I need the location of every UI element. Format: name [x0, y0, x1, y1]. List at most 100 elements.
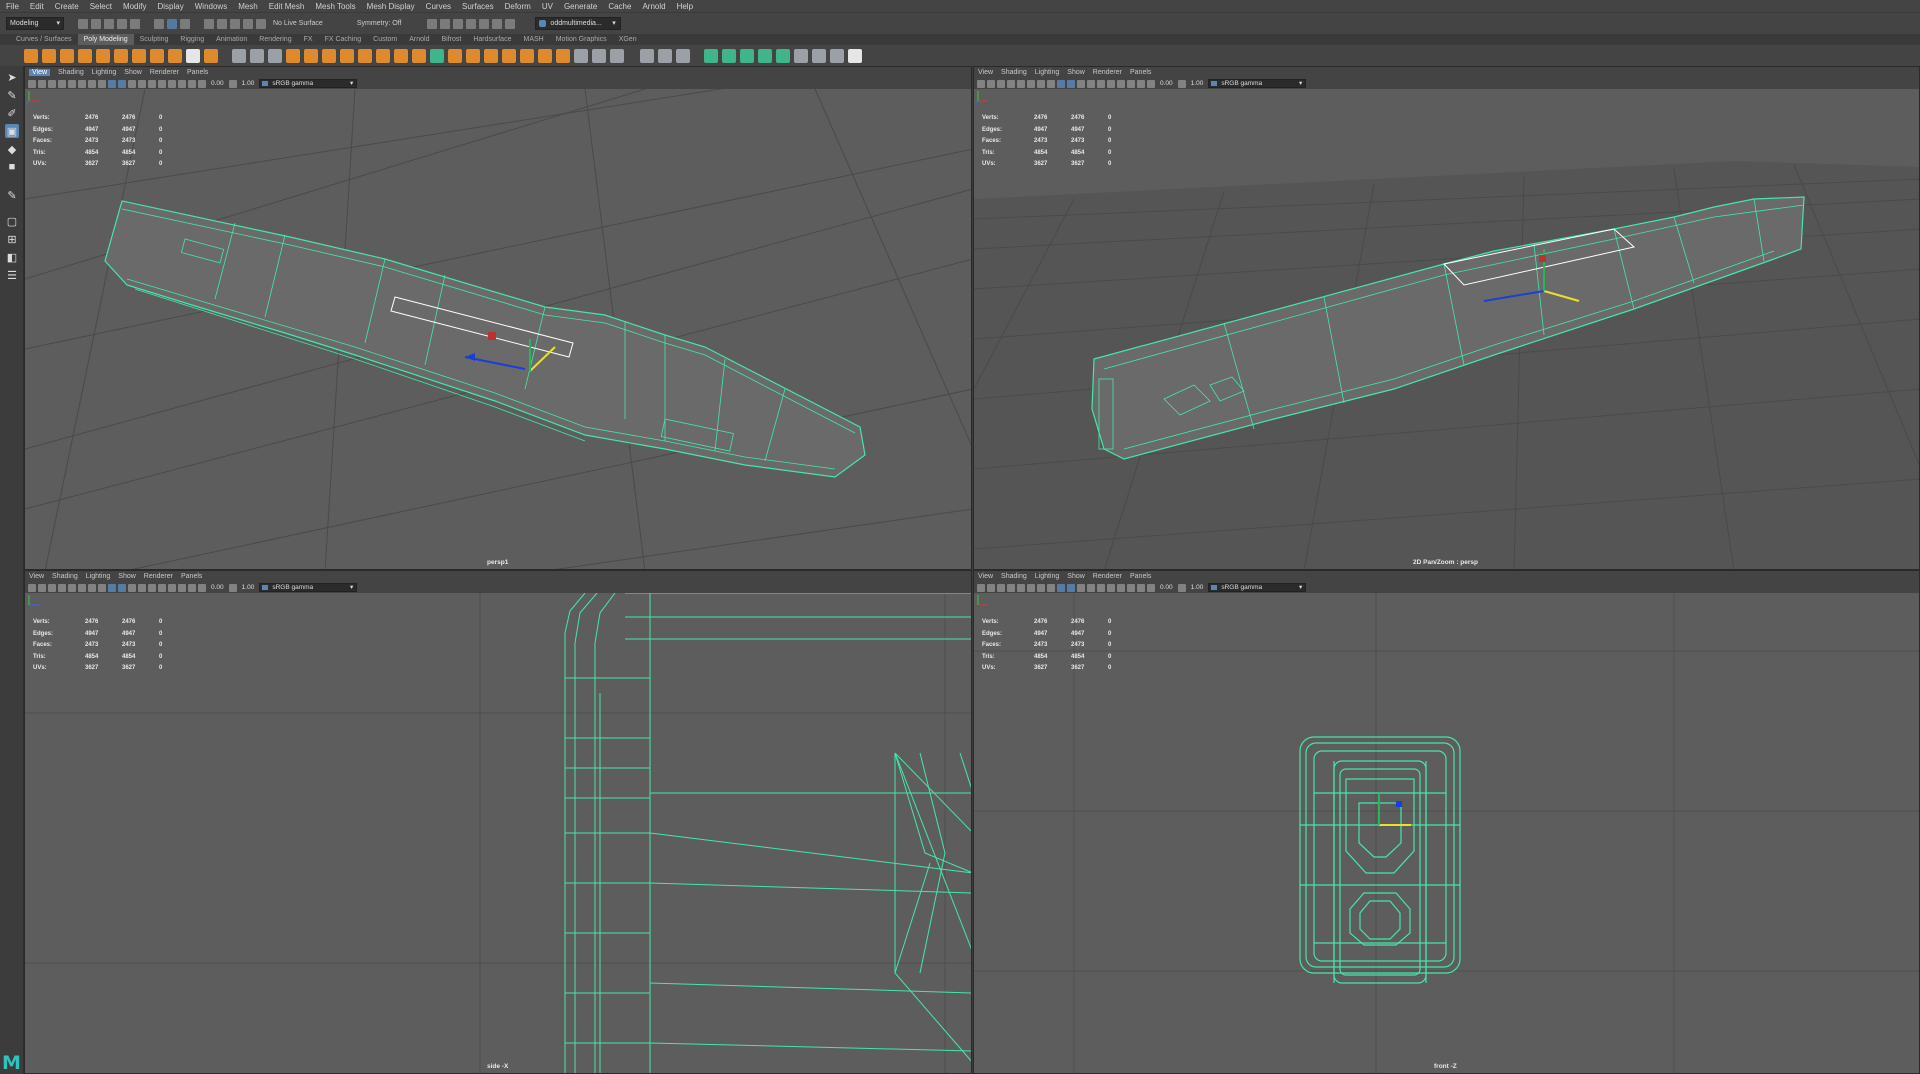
paint-select-icon[interactable]: ✐	[5, 106, 19, 120]
menu-windows[interactable]: Windows	[195, 2, 227, 11]
panel-menu-view[interactable]: View	[29, 69, 51, 76]
panel-menu-show[interactable]: Show	[124, 69, 142, 76]
viewport-persp1[interactable]: View Shading Lighting Show Renderer Pane…	[24, 66, 972, 570]
grid-icon[interactable]	[1017, 79, 1025, 88]
undo-icon[interactable]	[117, 18, 127, 29]
shadows-icon[interactable]	[1097, 583, 1105, 592]
isolate-select-icon[interactable]	[1117, 583, 1125, 592]
poly-disc-icon[interactable]	[132, 48, 146, 63]
panel-menu-view[interactable]: View	[978, 573, 993, 580]
remesh-icon[interactable]	[322, 48, 336, 63]
render-frame-icon[interactable]	[440, 18, 451, 29]
shadows-icon[interactable]	[148, 79, 156, 88]
smooth-shade-icon[interactable]	[118, 79, 126, 88]
smooth-shade-icon[interactable]	[1067, 583, 1075, 592]
hardsurface-1-icon[interactable]	[704, 48, 718, 63]
panel-menu-show[interactable]: Show	[1067, 573, 1085, 580]
hypershade-icon[interactable]	[479, 18, 490, 29]
xray-icon[interactable]	[1127, 79, 1135, 88]
live-surface-label[interactable]: No Live Surface	[269, 20, 327, 27]
panel-menu-renderer[interactable]: Renderer	[1093, 573, 1122, 580]
select-camera-icon[interactable]	[977, 79, 985, 88]
select-object-icon[interactable]	[167, 18, 177, 29]
select-hierarchy-icon[interactable]	[154, 18, 164, 29]
resolution-gate-icon[interactable]	[88, 79, 96, 88]
image-plane-icon[interactable]	[1007, 583, 1015, 592]
textured-icon[interactable]	[1077, 79, 1085, 88]
color-space-select[interactable]: sRGB gamma	[1208, 583, 1307, 592]
bookmarks-icon[interactable]	[48, 583, 56, 592]
viewport-front[interactable]: View Shading Lighting Show Renderer Pane…	[973, 570, 1920, 1074]
shadows-icon[interactable]	[1097, 79, 1105, 88]
panel-menu-shading[interactable]: Shading	[1001, 69, 1027, 76]
exposure-value[interactable]: 0.00	[1157, 80, 1176, 87]
panel-menu-show[interactable]: Show	[118, 573, 136, 580]
panel-menu-panels[interactable]: Panels	[1130, 573, 1151, 580]
menu-modify[interactable]: Modify	[123, 2, 147, 11]
viewport-canvas[interactable]: Verts: 2476 2476 0 Edges: 4947 4947 0 Faces: 24…	[974, 593, 1919, 1073]
shelf-tab-poly-modeling[interactable]: Poly Modeling	[77, 34, 134, 45]
viewport-canvas[interactable]: Verts: 2476 2476 0 Edges: 4947 4947 0 Faces: 24…	[974, 89, 1919, 569]
ambient-occlusion-icon[interactable]	[158, 583, 166, 592]
menu-curves[interactable]: Curves	[426, 2, 451, 11]
poly-plane-icon[interactable]	[114, 48, 128, 63]
viewport-canvas[interactable]: Verts: 2476 2476 0 Edges: 4947 4947 0 Faces: 24…	[25, 593, 971, 1073]
camera-attributes-icon[interactable]	[38, 583, 46, 592]
hardsurface-5-icon[interactable]	[776, 48, 790, 63]
hardsurface-8-icon[interactable]	[830, 48, 844, 63]
gamma-icon[interactable]	[228, 583, 237, 592]
menu-uv[interactable]: UV	[542, 2, 553, 11]
menu-mesh-tools[interactable]: Mesh Tools	[315, 2, 355, 11]
shelf-tab-rigging[interactable]: Rigging	[174, 34, 210, 45]
platonic-solid-icon[interactable]	[150, 48, 164, 63]
wireframe-icon[interactable]	[1057, 79, 1065, 88]
wireframe-icon[interactable]	[108, 583, 116, 592]
viewport-persp-panzoom[interactable]: View Shading Lighting Show Renderer Pane…	[973, 66, 1920, 570]
poly-torus-icon[interactable]	[96, 48, 110, 63]
use-lights-icon[interactable]	[138, 79, 146, 88]
open-scene-icon[interactable]	[91, 18, 101, 29]
menu-set-select[interactable]: Modeling	[6, 17, 64, 30]
separate-icon[interactable]	[250, 48, 264, 63]
panel-menu-shading[interactable]: Shading	[1001, 573, 1027, 580]
ambient-occlusion-icon[interactable]	[1107, 583, 1115, 592]
offset-edge-loop-icon[interactable]	[466, 48, 480, 63]
panel-menu-shading[interactable]: Shading	[52, 573, 78, 580]
select-camera-icon[interactable]	[977, 583, 985, 592]
grid-icon[interactable]	[68, 583, 76, 592]
panel-menu-panels[interactable]: Panels	[187, 69, 208, 76]
render-view-icon[interactable]	[427, 18, 438, 29]
ambient-occlusion-icon[interactable]	[1107, 79, 1115, 88]
menu-display[interactable]: Display	[158, 2, 184, 11]
panel-menu-shading[interactable]: Shading	[58, 69, 84, 76]
exposure-value[interactable]: 0.00	[208, 80, 227, 87]
select-camera-icon[interactable]	[28, 583, 36, 592]
gate-mask-icon[interactable]	[98, 79, 106, 88]
gamma-icon[interactable]	[228, 79, 237, 88]
pause-icon[interactable]	[505, 18, 516, 29]
quad-draw-icon[interactable]	[502, 48, 516, 63]
super-shape-icon[interactable]	[168, 48, 182, 63]
exposure-icon[interactable]	[198, 583, 206, 592]
persp-outliner-icon[interactable]: ◧	[5, 250, 19, 264]
panel-menu-renderer[interactable]: Renderer	[1093, 69, 1122, 76]
move-tool-icon[interactable]: ▣	[5, 124, 19, 138]
color-space-select[interactable]: sRGB gamma	[259, 79, 358, 88]
exposure-value[interactable]: 0.00	[208, 584, 227, 591]
panel-menu-lighting[interactable]: Lighting	[1035, 69, 1060, 76]
smooth-shade-icon[interactable]	[118, 583, 126, 592]
xray-icon[interactable]	[1127, 583, 1135, 592]
gamma-icon[interactable]	[1177, 583, 1186, 592]
resolution-gate-icon[interactable]	[1037, 583, 1045, 592]
hardsurface-2-icon[interactable]	[722, 48, 736, 63]
resolution-gate-icon[interactable]	[1037, 79, 1045, 88]
wireframe-icon[interactable]	[108, 79, 116, 88]
panel-menu-lighting[interactable]: Lighting	[1035, 573, 1060, 580]
panel-menu-view[interactable]: View	[978, 69, 993, 76]
color-space-select[interactable]: sRGB gamma	[1208, 79, 1307, 88]
uv-editor-icon[interactable]	[658, 48, 672, 63]
single-perspective-icon[interactable]: ▢	[5, 214, 19, 228]
gamma-icon[interactable]	[1177, 79, 1186, 88]
redo-icon[interactable]	[130, 18, 140, 29]
smooth-icon[interactable]	[268, 48, 282, 63]
